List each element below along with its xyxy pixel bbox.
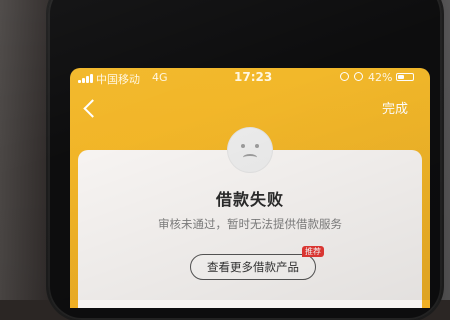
recommend-badge: 推荐	[302, 246, 324, 257]
alarm-icon	[340, 72, 349, 81]
battery-icon	[396, 73, 414, 81]
more-loan-products-button[interactable]: 查看更多借款产品	[190, 254, 316, 280]
sad-face-icon	[228, 128, 272, 172]
status-bar: 中国移动 4G 17:23 42%	[70, 68, 430, 88]
carrier-name: 中国移动	[96, 73, 140, 86]
battery-percent: 42%	[368, 71, 393, 84]
signal-icon	[78, 74, 93, 83]
result-message: 审核未通过，暂时无法提供借款服务	[158, 217, 342, 231]
result-title: 借款失败	[215, 190, 284, 209]
done-button[interactable]: 完成	[382, 98, 408, 117]
rotation-lock-icon	[354, 72, 363, 81]
battery-fill	[398, 75, 404, 79]
network-type: 4G	[152, 71, 168, 84]
phone-screen: 中国移动 4G 17:23 42% 完成 借款失败 审核未通过，暂时无法提供借款…	[70, 68, 430, 308]
status-time: 17:23	[234, 70, 273, 84]
